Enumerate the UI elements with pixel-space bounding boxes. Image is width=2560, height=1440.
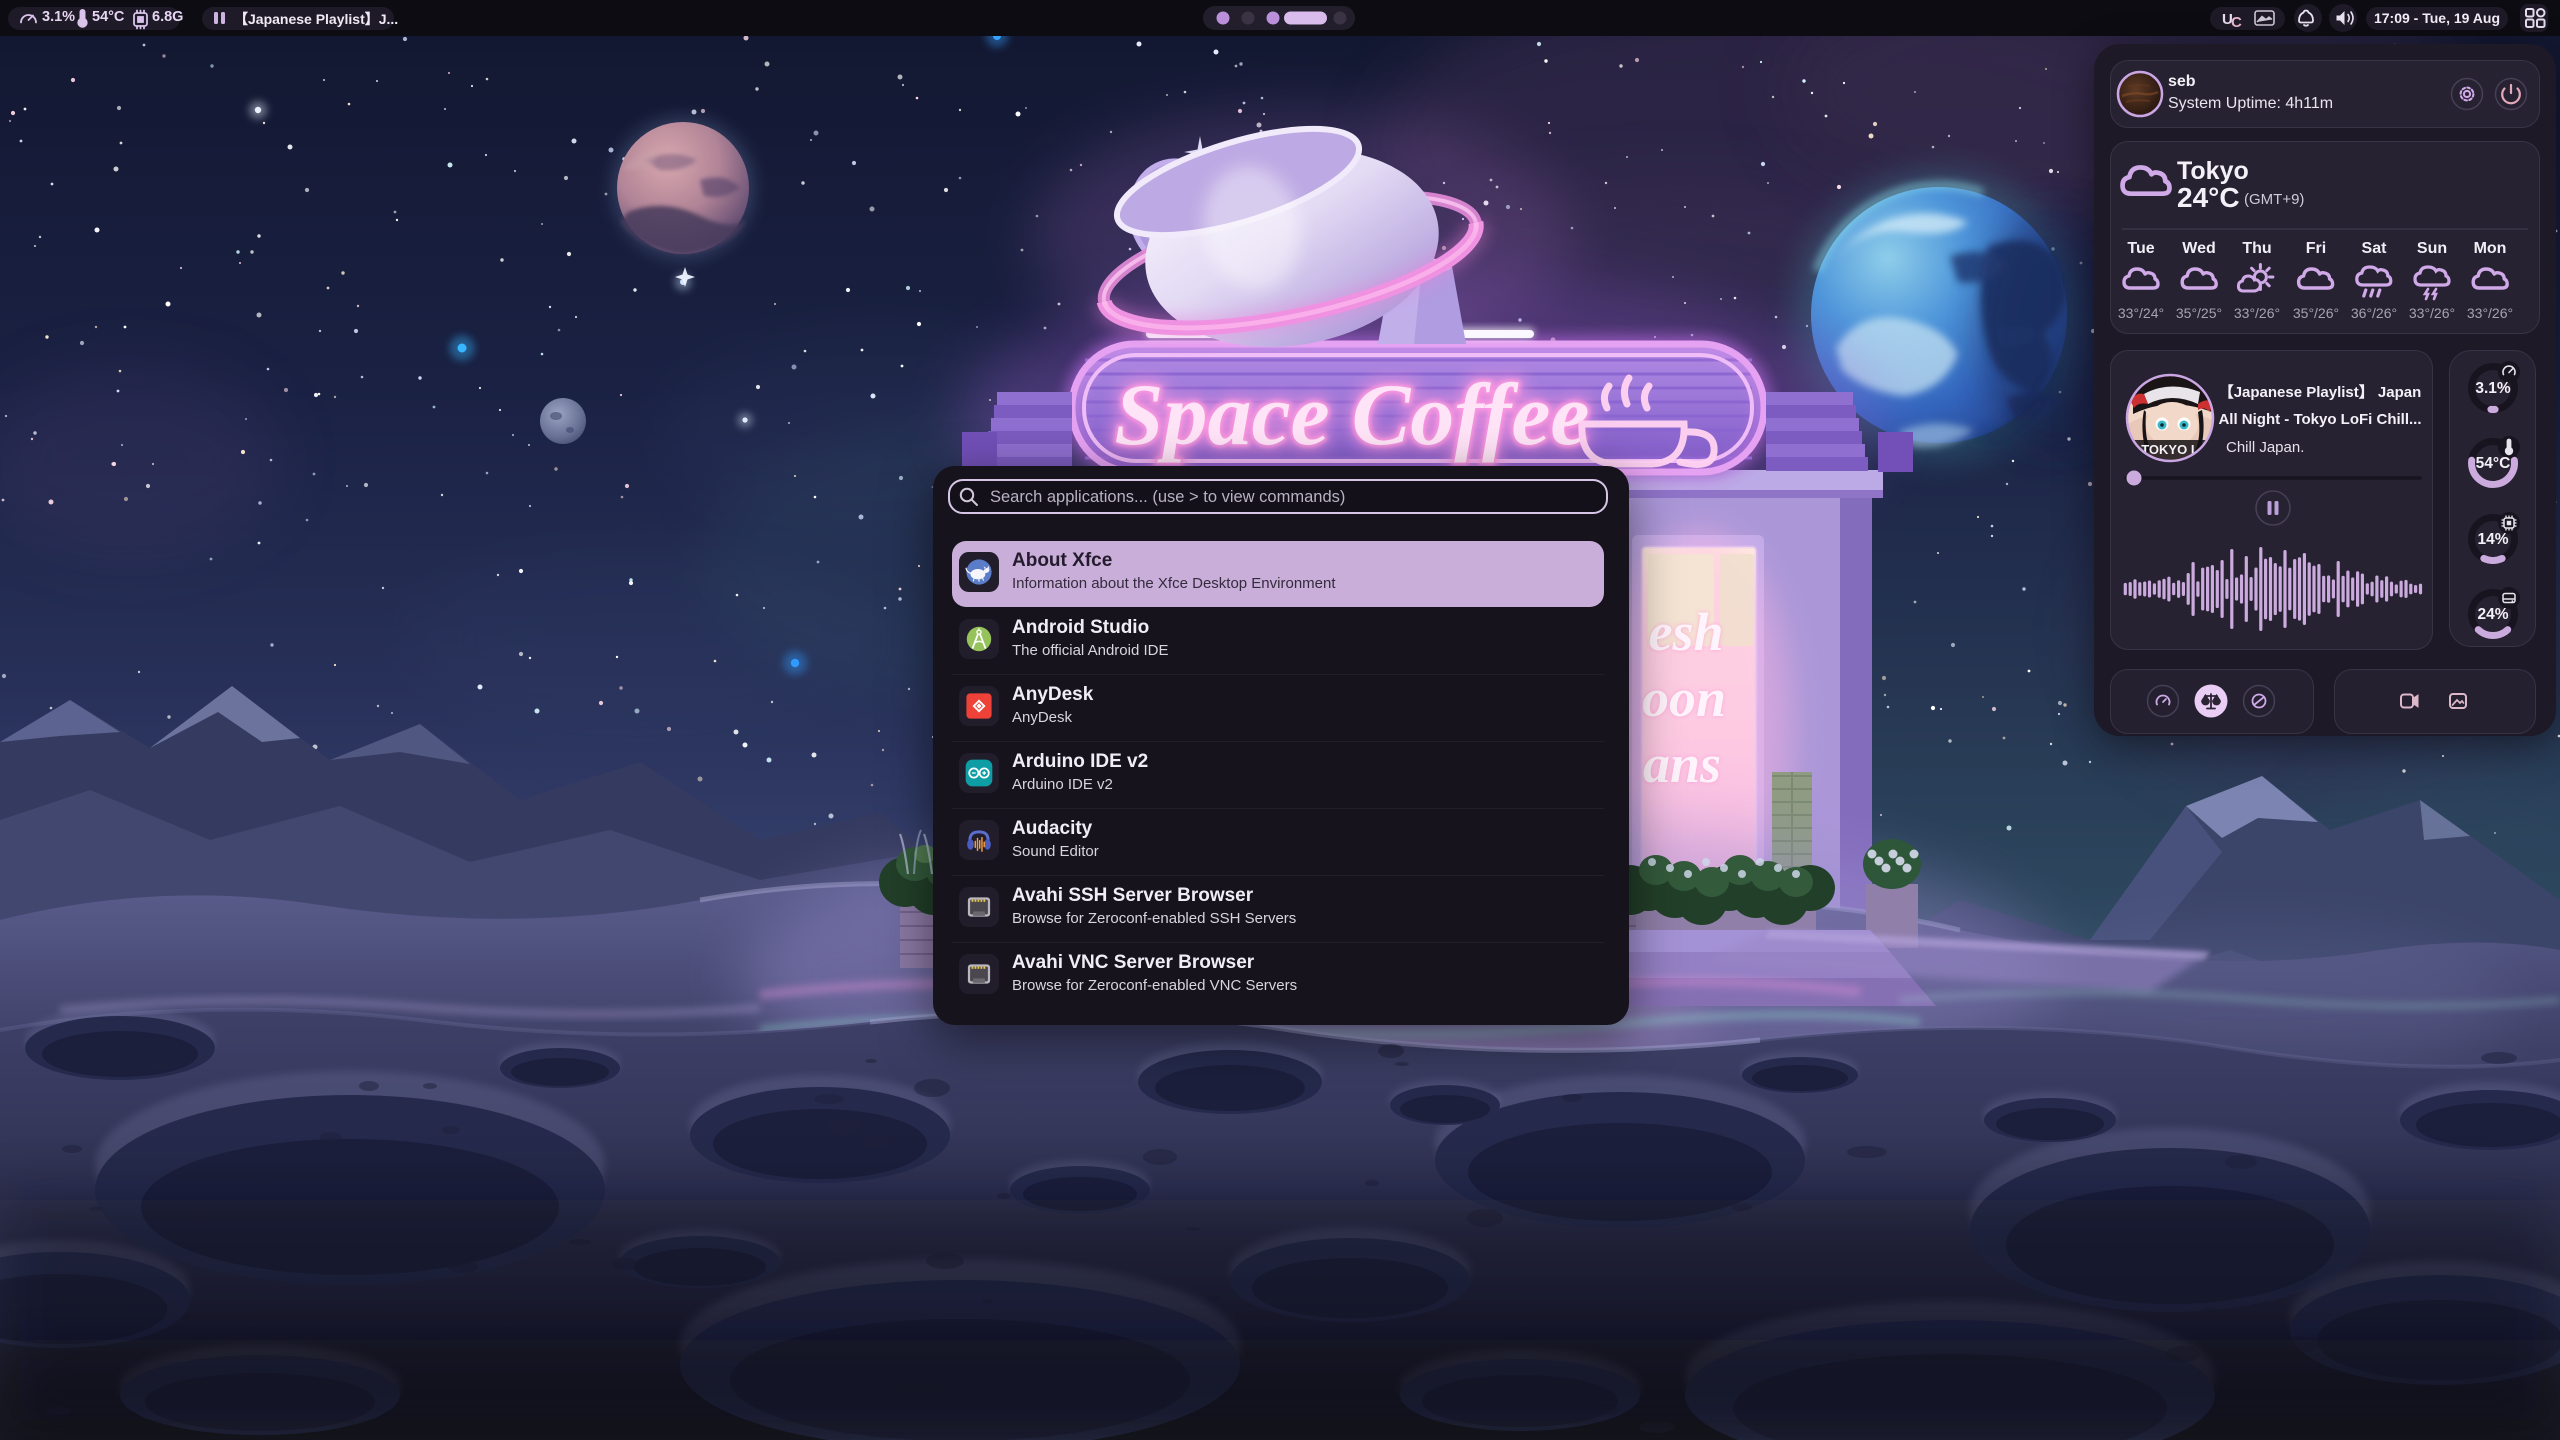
svg-text:Wed: Wed [2182, 240, 2215, 257]
svg-text:All Night - Tokyo LoFi Chill..: All Night - Tokyo LoFi Chill... [2218, 411, 2421, 428]
svg-text:Sat: Sat [2362, 240, 2388, 257]
svg-text:33°/24°: 33°/24° [2118, 305, 2164, 321]
svg-text:35°/25°: 35°/25° [2176, 305, 2222, 321]
svg-text:33°/26°: 33°/26° [2409, 305, 2455, 321]
svg-text:Chill Japan.: Chill Japan. [2226, 439, 2304, 456]
svg-text:35°/26°: 35°/26° [2293, 305, 2339, 321]
svg-text:ans: ans [1643, 734, 1721, 794]
svg-text:36°/26°: 36°/26° [2351, 305, 2397, 321]
svg-text:【Japanese Playlist】 Japan: 【Japanese Playlist】 Japan [2219, 383, 2422, 401]
svg-text:Tue: Tue [2127, 240, 2154, 257]
svg-text:24°C: 24°C [2177, 182, 2240, 213]
svg-text:Space Coffee: Space Coffee [1115, 367, 1590, 464]
svg-text:oon: oon [1642, 668, 1726, 728]
svg-text:Tokyo: Tokyo [2177, 157, 2249, 185]
svg-text:C: C [2231, 14, 2242, 31]
svg-text:(GMT+9): (GMT+9) [2244, 191, 2304, 208]
svg-text:54°C: 54°C [2476, 455, 2511, 472]
svg-text:33°/26°: 33°/26° [2234, 305, 2280, 321]
svg-text:14%: 14% [2477, 531, 2508, 548]
svg-text:Fri: Fri [2306, 240, 2326, 257]
svg-text:24%: 24% [2477, 606, 2508, 623]
svg-text:3.1%: 3.1% [2475, 380, 2511, 397]
svg-text:Thu: Thu [2242, 240, 2271, 257]
svg-text:esh: esh [1648, 602, 1723, 662]
svg-text:Sun: Sun [2417, 240, 2447, 257]
svg-text:Mon: Mon [2474, 240, 2507, 257]
svg-text:33°/26°: 33°/26° [2467, 305, 2513, 321]
